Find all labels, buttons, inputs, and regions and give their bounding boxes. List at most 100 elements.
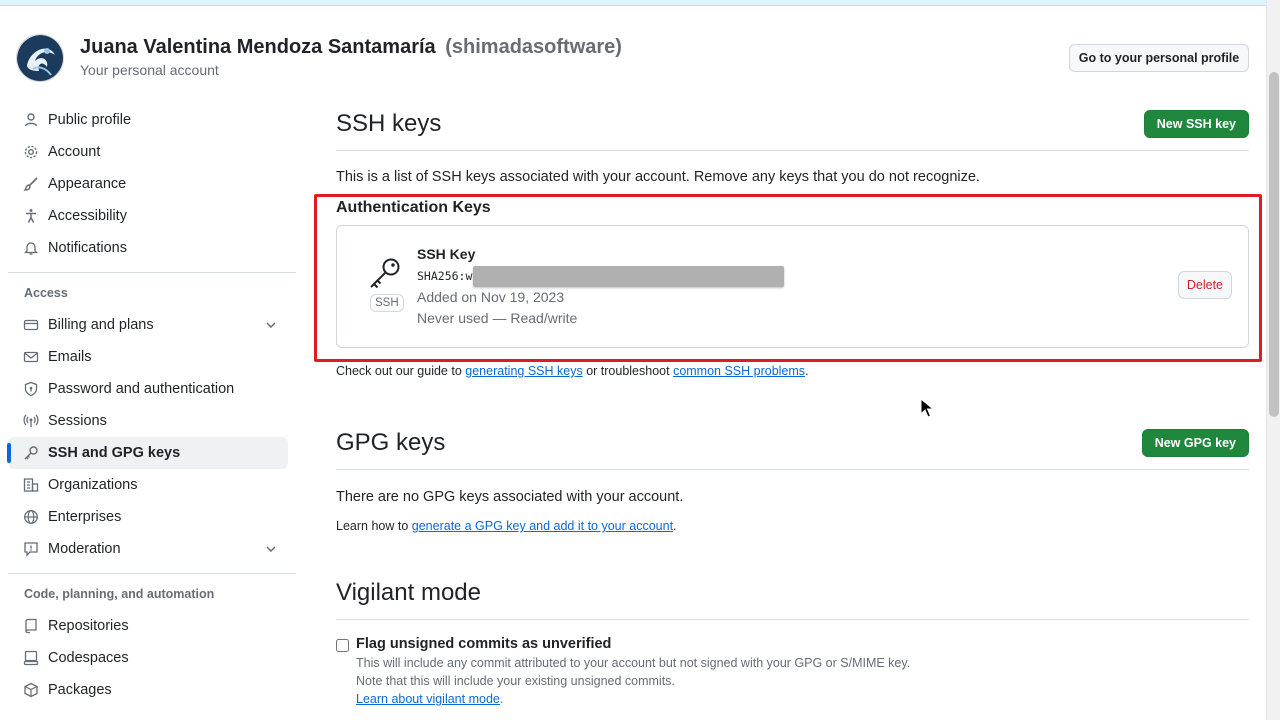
sidebar-item-emails[interactable]: Emails — [8, 341, 288, 373]
avatar-image — [17, 35, 63, 81]
vigilant-note-line1: This will include any commit attributed … — [356, 656, 911, 670]
sidebar-item-public-profile[interactable]: Public profile — [8, 104, 288, 136]
sidebar-item-label: Sessions — [48, 413, 107, 429]
sidebar-item-label: Public profile — [48, 112, 132, 128]
vigilant-mode-title: Vigilant mode — [336, 579, 481, 606]
sidebar-item-billing[interactable]: Billing and plans — [8, 309, 288, 341]
gpg-keys-header: GPG keys New GPG key — [336, 423, 1249, 470]
gpg-learn-text: Learn how to generate a GPG key and add … — [336, 519, 1249, 533]
mouse-cursor-icon — [920, 398, 934, 418]
vigilant-note-line2: Note that this will include your existin… — [356, 674, 675, 688]
new-gpg-key-button[interactable]: New GPG key — [1141, 429, 1249, 457]
sidebar-item-packages[interactable]: Packages — [8, 674, 288, 706]
ssh-keys-title: SSH keys — [336, 110, 442, 137]
gpg-learn-prefix: Learn how to — [336, 519, 409, 533]
vigilant-learn-suffix: . — [499, 692, 504, 706]
common-ssh-problems-link[interactable]: common SSH problems — [673, 364, 805, 378]
ssh-key-title: SSH Key — [417, 246, 476, 262]
sidebar-item-account[interactable]: Account — [8, 136, 288, 168]
guide-middle: or troubleshoot — [586, 364, 670, 378]
new-ssh-key-button[interactable]: New SSH key — [1143, 110, 1249, 138]
sidebar-item-password-authentication[interactable]: Password and authentication — [8, 373, 288, 405]
sidebar-item-label: SSH and GPG keys — [48, 445, 181, 461]
ssh-keys-header: SSH keys New SSH key — [336, 104, 1249, 151]
account-subtitle: Your personal account — [80, 62, 219, 78]
bell-icon — [22, 239, 40, 257]
key-icon — [22, 444, 40, 462]
sidebar-divider — [8, 272, 296, 273]
sidebar-item-repositories[interactable]: Repositories — [8, 610, 288, 642]
sidebar-item-moderation[interactable]: Moderation — [8, 533, 288, 565]
sidebar-item-label: Codespaces — [48, 650, 129, 666]
sidebar-item-codespaces[interactable]: Codespaces — [8, 642, 288, 674]
scrollbar-thumb[interactable] — [1269, 72, 1279, 417]
settings-sidebar: Public profile Account Appearance Access… — [7, 104, 296, 706]
generate-gpg-key-link[interactable]: generate a GPG key and add it to your ac… — [412, 519, 673, 533]
ssh-keys-section: SSH keys New SSH key This is a list of S… — [336, 104, 1249, 378]
ssh-keys-intro: This is a list of SSH keys associated wi… — [336, 169, 980, 185]
flag-unsigned-commits-label[interactable]: Flag unsigned commits as unverified — [356, 636, 1249, 652]
page-scrollbar[interactable] — [1266, 0, 1280, 720]
repo-icon — [22, 617, 40, 635]
generating-ssh-keys-link[interactable]: generating SSH keys — [465, 364, 582, 378]
ssh-guide-text: Check out our guide to generating SSH ke… — [336, 364, 1249, 378]
ssh-badge: SSH — [370, 294, 404, 312]
shield-lock-icon — [22, 380, 40, 398]
sidebar-item-notifications[interactable]: Notifications — [8, 232, 288, 264]
gpg-keys-section: GPG keys New GPG key There are no GPG ke… — [336, 423, 1249, 533]
gpg-empty-message: There are no GPG keys associated with yo… — [336, 489, 684, 505]
sidebar-item-label: Appearance — [48, 176, 127, 192]
credit-card-icon — [22, 316, 40, 334]
ssh-key-usage: Never used — Read/write — [417, 310, 578, 326]
vigilant-mode-section: Vigilant mode Flag unsigned commits as u… — [336, 573, 1249, 708]
guide-prefix: Check out our guide to — [336, 364, 462, 378]
globe-icon — [22, 508, 40, 526]
sidebar-heading-access: Access — [24, 286, 68, 300]
sidebar-item-label: Billing and plans — [48, 317, 154, 333]
sidebar-item-label: Organizations — [48, 477, 138, 493]
guide-suffix: . — [805, 364, 809, 378]
ssh-key-item: SSH SSH Key SHA256:w Added on Nov 19, 20… — [336, 225, 1249, 348]
sidebar-divider — [8, 573, 296, 574]
learn-vigilant-mode-link[interactable]: Learn about vigilant mode — [356, 692, 500, 706]
sidebar-heading-code: Code, planning, and automation — [24, 587, 215, 601]
go-to-profile-button[interactable]: Go to your personal profile — [1069, 44, 1249, 72]
sidebar-item-sessions[interactable]: Sessions — [8, 405, 288, 437]
sidebar-item-appearance[interactable]: Appearance — [8, 168, 288, 200]
sidebar-item-organizations[interactable]: Organizations — [8, 469, 288, 501]
sidebar-item-label: Packages — [48, 682, 112, 698]
top-banner-strip — [0, 0, 1266, 6]
avatar[interactable] — [16, 34, 64, 82]
key-icon — [370, 258, 400, 289]
vigilant-mode-option: Flag unsigned commits as unverified This… — [336, 636, 1249, 708]
sidebar-item-label: Account — [48, 144, 101, 160]
sidebar-item-accessibility[interactable]: Accessibility — [8, 200, 288, 232]
gear-icon — [22, 143, 40, 161]
sidebar-item-label: Moderation — [48, 541, 121, 557]
authentication-keys-heading: Authentication Keys — [336, 199, 491, 216]
sidebar-item-enterprises[interactable]: Enterprises — [8, 501, 288, 533]
chevron-down-icon[interactable] — [264, 542, 278, 556]
main-content: SSH keys New SSH key This is a list of S… — [336, 104, 1249, 708]
sidebar-item-label: Password and authentication — [48, 381, 235, 397]
sidebar-item-label: Accessibility — [48, 208, 127, 224]
accessibility-icon — [22, 207, 40, 225]
broadcast-icon — [22, 412, 40, 430]
chevron-down-icon[interactable] — [264, 318, 278, 332]
report-icon — [22, 540, 40, 558]
sidebar-item-label: Emails — [48, 349, 92, 365]
vigilant-mode-header: Vigilant mode — [336, 573, 1249, 620]
sidebar-item-label: Notifications — [48, 240, 127, 256]
sidebar-item-label: Enterprises — [48, 509, 122, 525]
sidebar-item-ssh-gpg-keys[interactable]: SSH and GPG keys — [7, 437, 288, 469]
sidebar-item-label: Repositories — [48, 618, 129, 634]
delete-ssh-key-button[interactable]: Delete — [1177, 271, 1232, 299]
user-name: Juana Valentina Mendoza Santamaría (shim… — [80, 36, 622, 59]
person-icon — [22, 111, 40, 129]
organization-icon — [22, 476, 40, 494]
codespaces-icon — [22, 649, 40, 667]
flag-unsigned-commits-checkbox[interactable] — [336, 639, 349, 652]
paintbrush-icon — [22, 175, 40, 193]
vigilant-note: This will include any commit attributed … — [356, 654, 1249, 708]
ssh-key-added-date: Added on Nov 19, 2023 — [417, 289, 565, 305]
